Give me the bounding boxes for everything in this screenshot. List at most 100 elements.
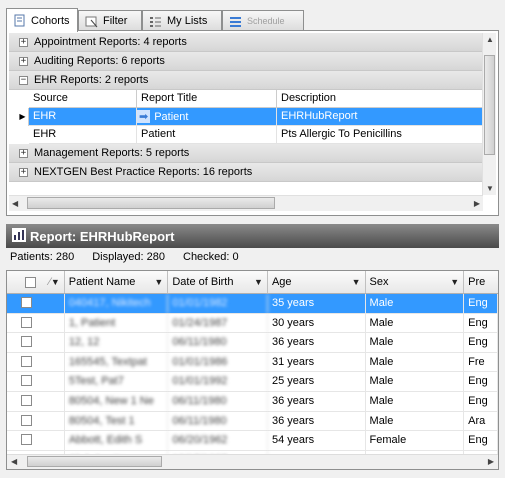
row-title: Patient (137, 126, 277, 143)
patient-name: 12, 12 (65, 333, 169, 352)
sex: Male (366, 333, 465, 352)
row-checkbox[interactable] (21, 434, 32, 446)
column-age[interactable]: Age ▼ (268, 271, 366, 293)
tab-schedule[interactable]: Schedule (222, 10, 304, 31)
patient-row[interactable]: 12, 12 06/11/1980 36 years Male Eng (7, 333, 498, 353)
scroll-right-icon[interactable]: ▶ (488, 457, 494, 466)
cohort-tree: + Appointment Reports: 4 reports + Auditin… (9, 33, 483, 195)
group-label: NEXTGEN Best Practice Reports: 16 report… (34, 166, 253, 178)
group-label: Appointment Reports: 4 reports (34, 36, 187, 48)
patient-row[interactable]: Abbott, Edith S 06/20/1962 54 years Female E… (7, 431, 498, 451)
expand-icon[interactable]: + (19, 56, 28, 66)
row-checkbox[interactable] (21, 316, 32, 328)
expand-icon[interactable]: + (19, 37, 28, 47)
grid-body: 040417, Nikitech 01/01/1982 35 years Male En… (7, 294, 498, 469)
row-checkbox[interactable] (21, 375, 32, 387)
row-description: EHRHubReport (281, 110, 358, 122)
scroll-left-icon[interactable]: ◀ (11, 457, 17, 466)
group-nextgen-best-practice-reports[interactable]: + NEXTGEN Best Practice Reports: 16 repor… (9, 163, 483, 182)
group-ehr-reports[interactable]: − EHR Reports: 2 reports (9, 71, 483, 90)
group-label: Auditing Reports: 6 reports (34, 55, 165, 67)
sex: Male (366, 352, 465, 372)
column-source[interactable]: Source (29, 90, 137, 107)
preferred-language: Ara (464, 411, 498, 431)
row-select-cell (7, 411, 65, 431)
row-select-cell (7, 391, 65, 411)
scroll-right-icon[interactable]: ▶ (474, 199, 480, 208)
group-appointment-reports[interactable]: + Appointment Reports: 4 reports (9, 33, 483, 52)
row-checkbox[interactable] (21, 394, 32, 406)
column-patient-name[interactable]: Patient Name ▼ (65, 271, 169, 293)
age: 36 years (268, 391, 366, 411)
report-row[interactable]: EHR ➡ Patient EHRHubReport (29, 108, 483, 126)
column-report-title[interactable]: Report Title (137, 90, 277, 107)
tab-label: Filter (103, 15, 128, 27)
filter-icon[interactable]: ▼ (154, 277, 163, 287)
row-checkbox[interactable] (21, 297, 32, 308)
patient-row[interactable]: 165545, Textpat 01/01/1986 31 years Male Fre (7, 352, 498, 373)
sex: Male (366, 294, 465, 313)
column-label: Date of Birth (172, 276, 234, 288)
row-select-cell (7, 431, 65, 450)
age: 30 years (268, 313, 366, 333)
scroll-thumb[interactable] (484, 55, 495, 155)
filter-icon[interactable]: ▼ (51, 277, 60, 287)
row-checkbox[interactable] (21, 355, 32, 367)
scroll-thumb[interactable] (27, 456, 162, 467)
age: 35 years (268, 294, 366, 313)
expand-icon[interactable]: + (19, 148, 28, 158)
grid-horizontal-scrollbar[interactable]: ◀ ▶ (7, 454, 498, 469)
tab-strip: Cohorts Filter My Lists Schedule (6, 8, 505, 32)
tab-my-lists[interactable]: My Lists (142, 10, 222, 31)
column-date-of-birth[interactable]: Date of Birth ▼ (168, 271, 268, 293)
cohort-vertical-scrollbar[interactable]: ▲ ▼ (482, 33, 496, 195)
tab-filter[interactable]: Filter (78, 10, 142, 31)
select-all-checkbox[interactable] (24, 276, 36, 288)
cohorts-panel: + Appointment Reports: 4 reports + Auditin… (6, 30, 499, 216)
column-label: Age (271, 276, 292, 288)
patient-name: Abbott, Edith S (65, 431, 169, 450)
scroll-down-icon[interactable]: ▼ (486, 184, 494, 193)
patient-row[interactable]: 80504, New 1 Ne 06/11/1980 36 years Male Eng (7, 391, 498, 412)
collapse-icon[interactable]: − (19, 75, 28, 85)
patient-row[interactable]: 5Test, Pat7 01/01/1992 25 years Male Eng (7, 372, 498, 392)
filter-icon[interactable]: ▼ (450, 277, 459, 287)
column-description[interactable]: Description (277, 90, 483, 107)
column-sex[interactable]: Sex ▼ (366, 271, 465, 293)
patient-name: 040417, Nikitech (65, 294, 169, 313)
patient-name: 165545, Textpat (65, 352, 169, 372)
date-of-birth: 01/01/1986 (168, 352, 268, 372)
preferred-language: Eng (464, 333, 498, 352)
preferred-language: Eng (464, 313, 498, 333)
report-row[interactable]: EHR Patient Pts Allergic To Penicillins (29, 126, 483, 144)
patient-row[interactable]: 040417, Nikitech 01/01/1982 35 years Male En… (7, 294, 498, 314)
row-pointer-icon: ▶ (17, 108, 29, 126)
preferred-language: Fre (464, 352, 498, 372)
tab-cohorts[interactable]: Cohorts (6, 8, 78, 32)
row-select-cell (7, 313, 65, 333)
scroll-thumb[interactable] (27, 197, 275, 209)
sex: Male (366, 411, 465, 431)
scroll-up-icon[interactable]: ▲ (486, 35, 494, 44)
cohort-horizontal-scrollbar[interactable]: ◀ ▶ (9, 195, 483, 211)
group-auditing-reports[interactable]: + Auditing Reports: 6 reports (9, 52, 483, 71)
row-checkbox[interactable] (21, 336, 32, 348)
preferred-language: Eng (464, 431, 498, 450)
filter-icon[interactable]: ▼ (352, 277, 361, 287)
group-management-reports[interactable]: + Management Reports: 5 reports (9, 144, 483, 163)
patient-row[interactable]: 1, Patient 01/24/1987 30 years Male Eng (7, 313, 498, 334)
expand-icon[interactable]: + (19, 167, 28, 177)
row-checkbox[interactable] (21, 414, 32, 426)
date-of-birth: 06/11/1980 (168, 333, 268, 352)
row-description: Pts Allergic To Penicillins (281, 128, 402, 140)
tab-label: Cohorts (31, 14, 70, 27)
scroll-left-icon[interactable]: ◀ (12, 199, 18, 208)
column-preferred-language[interactable]: Pre (464, 271, 498, 293)
tab-label: Schedule (247, 16, 285, 26)
preferred-language: Eng (464, 372, 498, 391)
patient-row[interactable]: 80504, Test 1 06/11/1980 36 years Male Ara (7, 411, 498, 432)
filter-icon[interactable]: ▼ (254, 277, 263, 287)
report-columns-header: Source Report Title Description (29, 90, 483, 108)
checked-count: Checked: 0 (183, 251, 239, 263)
date-of-birth: 01/01/1992 (168, 372, 268, 391)
